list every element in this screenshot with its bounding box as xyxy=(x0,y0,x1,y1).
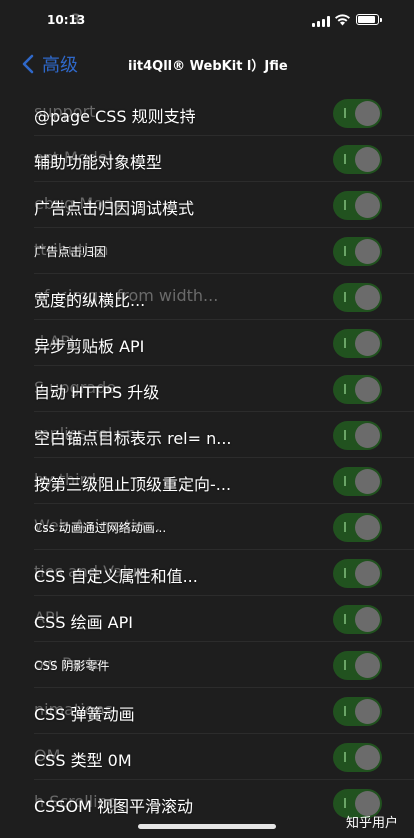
toggle-switch[interactable] xyxy=(333,467,382,496)
row-label: 按第三级阻止顶级重定向-... xyxy=(34,475,232,494)
setting-row-https-upgrade[interactable]: S upgrade 自动 HTTPS 升级 xyxy=(0,366,414,412)
back-button[interactable]: 高级 xyxy=(22,49,78,79)
setting-row-css-typed-om[interactable]: OM CSS 类型 0M xyxy=(0,734,414,780)
row-label: CSS 阴影零件 xyxy=(34,659,110,673)
row-label: CSS 类型 0M xyxy=(34,751,132,770)
row-label: CSS 弹簧动画 xyxy=(34,705,135,724)
setting-row-ad-click-attribution[interactable]: ttribution 广告点击归因 xyxy=(0,228,414,274)
setting-row-css-custom-properties[interactable]: ties and Value... CSS 自定义属性和值... xyxy=(0,550,414,596)
chevron-left-icon xyxy=(22,54,34,74)
cellular-signal-icon xyxy=(312,16,330,27)
row-label: 广告点击归因调试模式 xyxy=(34,199,195,218)
setting-row-async-clipboard[interactable]: d API 异步剪贴板 API xyxy=(0,320,414,366)
row-label: @page CSS 规则支持 xyxy=(34,107,196,126)
setting-row-css-animations-web[interactable]: Web Animatio... Css 动画通过网络动画... xyxy=(0,504,414,550)
row-label: CSSOM 视图平滑滚动 xyxy=(34,797,193,816)
row-label: 辅助功能对象模型 xyxy=(34,153,163,172)
row-label: 广告点击归因 xyxy=(34,245,107,259)
setting-row-page-css[interactable]: support @page CSS 规则支持 xyxy=(0,90,414,136)
toggle-switch[interactable] xyxy=(333,375,382,404)
row-label: 自动 HTTPS 升级 xyxy=(34,383,160,402)
setting-row-ad-click-debug[interactable]: ebug Mode 广告点击归因调试模式 xyxy=(0,182,414,228)
row-label: CSS 自定义属性和值... xyxy=(34,567,198,586)
home-indicator[interactable] xyxy=(138,824,276,829)
toggle-switch[interactable] xyxy=(333,559,382,588)
status-bar: 3 10:13 xyxy=(0,0,414,44)
toggle-switch[interactable] xyxy=(333,651,382,680)
row-label: 空白锚点目标表示 rel= n... xyxy=(34,429,232,448)
toggle-switch[interactable] xyxy=(333,191,382,220)
setting-row-css-shadow-parts[interactable]: ow Parts CSS 阴影零件 xyxy=(0,642,414,688)
setting-row-blank-anchor-target[interactable]: mplies rel=n... 空白锚点目标表示 rel= n... xyxy=(0,412,414,458)
watermark-text: 知乎用户 xyxy=(346,816,399,831)
toggle-switch[interactable] xyxy=(333,605,382,634)
row-label: CSS 绘画 API xyxy=(34,613,133,632)
status-time: 10:13 xyxy=(47,13,86,27)
back-label: 高级 xyxy=(42,55,78,76)
toggle-switch[interactable] xyxy=(333,697,382,726)
toggle-switch[interactable] xyxy=(333,145,382,174)
row-label: Css 动画通过网络动画... xyxy=(34,521,167,535)
navigation-bar: 高级 iit4Qll® WebKit l）Jfie xyxy=(0,44,414,84)
toggle-switch[interactable] xyxy=(333,513,382,542)
battery-icon xyxy=(356,14,382,25)
setting-row-aspect-ratio[interactable]: of <img> from width... 宽度的纵横比... xyxy=(0,274,414,320)
toggle-switch[interactable] xyxy=(333,329,382,358)
page-title: iit4Qll® WebKit l）Jfie xyxy=(128,59,288,74)
setting-row-css-spring-animations[interactable]: nimations CSS 弹簧动画 xyxy=(0,688,414,734)
row-label: 宽度的纵横比... xyxy=(34,291,146,310)
wifi-icon xyxy=(335,14,350,26)
setting-row-accessibility-object-model[interactable]: ect Model 辅助功能对象模型 xyxy=(0,136,414,182)
row-label: 异步剪贴板 API xyxy=(34,337,145,356)
toggle-switch[interactable] xyxy=(333,743,382,772)
toggle-switch[interactable] xyxy=(333,237,382,266)
toggle-switch[interactable] xyxy=(333,99,382,128)
setting-row-css-paint-api[interactable]: API CSS 绘画 API xyxy=(0,596,414,642)
toggle-switch[interactable] xyxy=(333,421,382,450)
setting-row-block-top-level-redirect[interactable]: by third- 按第三级阻止顶级重定向-... xyxy=(0,458,414,504)
toggle-switch[interactable] xyxy=(333,283,382,312)
